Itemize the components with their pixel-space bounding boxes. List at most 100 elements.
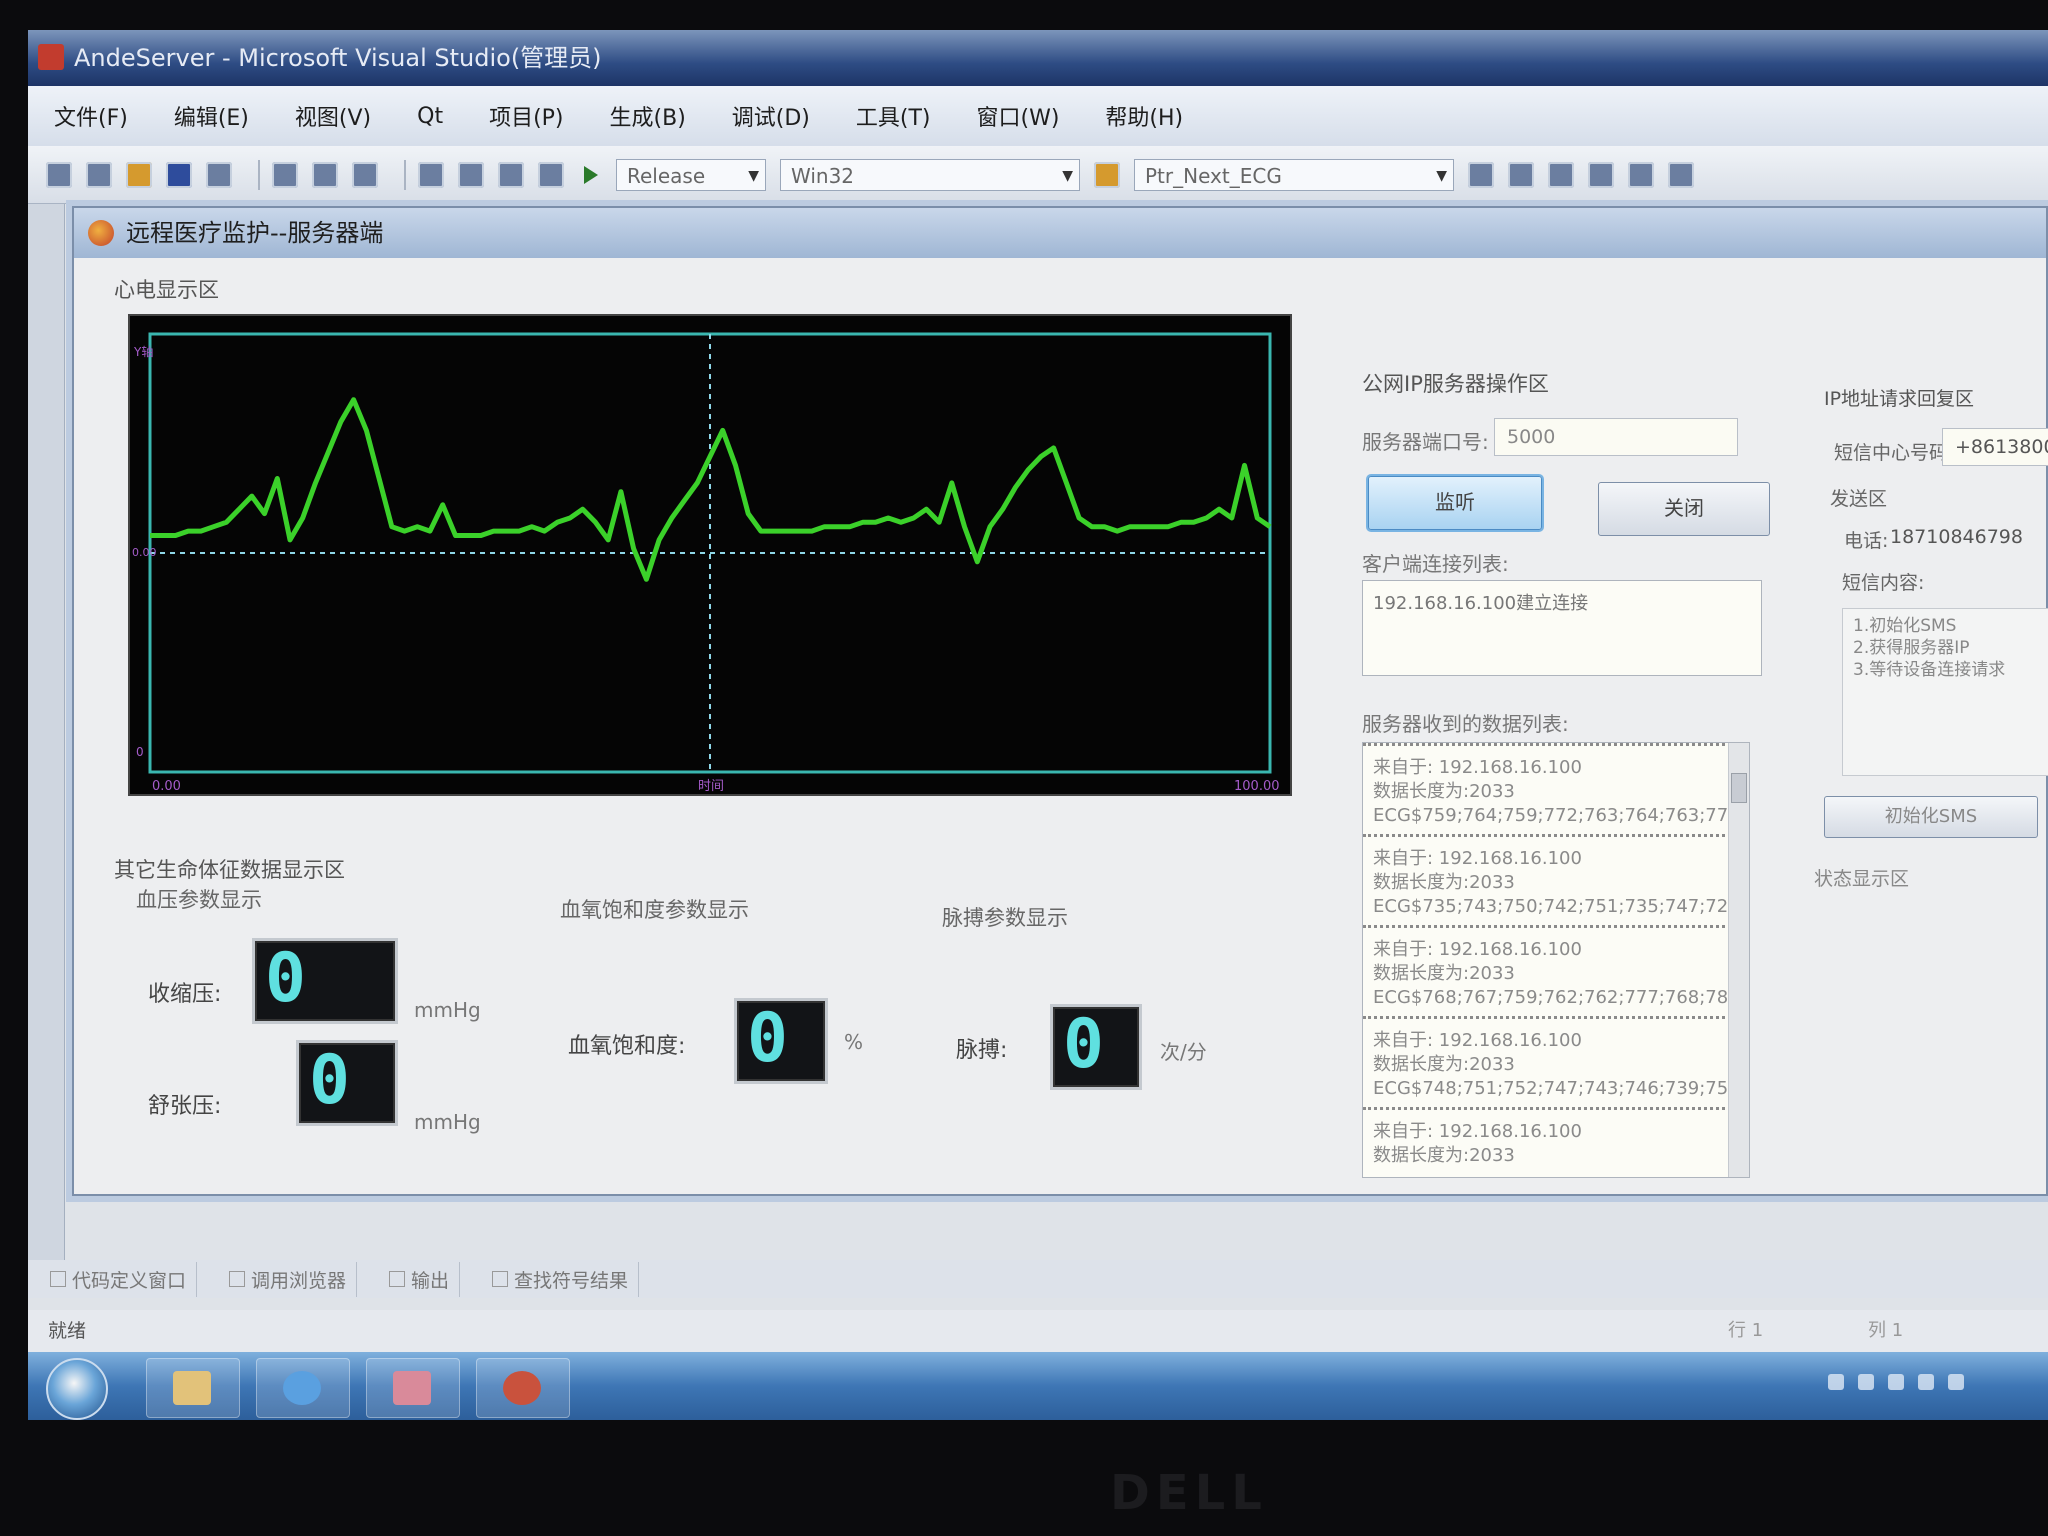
server-group-label: 公网IP服务器操作区 xyxy=(1362,372,1549,396)
ecg-plot: 0.00 时间 100.00 Y轴 0.00 0 xyxy=(132,332,1280,794)
medical-app-icon xyxy=(88,220,114,246)
open-folder-icon[interactable] xyxy=(126,161,152,188)
dialog-title-bar: 远程医疗监护--服务器端 xyxy=(74,208,2046,258)
status-column: 列 1 xyxy=(1868,1320,1904,1341)
entry-source: 来自于: 192.168.16.100 xyxy=(1373,757,1582,778)
vs-bottom-tabs: 代码定义窗口 调用浏览器 输出 查找符号结果 xyxy=(28,1260,2048,1298)
cut-icon[interactable] xyxy=(272,161,298,188)
tray-volume-icon[interactable] xyxy=(1888,1374,1904,1390)
menu-window[interactable]: 窗口(W) xyxy=(971,96,1066,136)
sms-center-label: 短信中心号码: xyxy=(1834,442,1955,464)
received-entry[interactable]: 来自于: 192.168.16.100 数据长度为:2033 ECG$759;7… xyxy=(1363,743,1749,834)
solution-explorer-icon[interactable] xyxy=(1468,161,1494,188)
paste-icon[interactable] xyxy=(352,161,378,188)
scrollbar-thumb[interactable] xyxy=(1731,773,1747,803)
received-list-scrollbar[interactable] xyxy=(1728,743,1749,1177)
find-in-files-icon[interactable] xyxy=(1094,161,1120,188)
tray-network-icon[interactable] xyxy=(1858,1374,1874,1390)
taskbar-explorer-button[interactable] xyxy=(146,1358,240,1418)
find-combo[interactable]: Ptr_Next_ECG ▼ xyxy=(1134,158,1454,191)
copy-icon[interactable] xyxy=(312,161,338,188)
vs-window-title: AndeServer - Microsoft Visual Studio(管理员… xyxy=(74,44,602,72)
tab-label: 输出 xyxy=(411,1269,450,1292)
tab-output[interactable]: 输出 xyxy=(379,1261,461,1297)
received-data-list[interactable]: 来自于: 192.168.16.100 数据长度为:2033 ECG$759;7… xyxy=(1362,742,1750,1178)
listen-button[interactable]: 监听 xyxy=(1368,476,1542,530)
tray-flag-icon[interactable] xyxy=(1828,1374,1844,1390)
menu-file[interactable]: 文件(F) xyxy=(48,96,134,136)
received-entry[interactable]: 来自于: 192.168.16.100 数据长度为:2033 xyxy=(1363,1107,1749,1174)
properties-icon[interactable] xyxy=(1508,161,1534,188)
systolic-unit: mmHg xyxy=(414,998,481,1022)
received-entry[interactable]: 来自于: 192.168.16.100 数据长度为:2033 ECG$748;7… xyxy=(1363,1016,1749,1107)
start-page-icon[interactable] xyxy=(1628,161,1654,188)
menu-help[interactable]: 帮助(H) xyxy=(1099,96,1189,136)
new-project-icon[interactable] xyxy=(46,161,72,188)
tray-show-desktop-icon[interactable] xyxy=(1948,1374,1964,1390)
client-list[interactable]: 192.168.16.100建立连接 xyxy=(1362,580,1762,676)
close-button[interactable]: 关闭 xyxy=(1598,482,1770,536)
taskbar-ie-button[interactable] xyxy=(256,1358,350,1418)
call-browser-icon xyxy=(229,1271,246,1287)
taskbar-server-app-button[interactable] xyxy=(476,1358,570,1418)
client-list-item[interactable]: 192.168.16.100建立连接 xyxy=(1373,589,1751,615)
sms-group-label: IP地址请求回复区 xyxy=(1824,388,1975,410)
tab-find-symbol-results[interactable]: 查找符号结果 xyxy=(482,1261,640,1297)
phone-label: 电话: xyxy=(1844,530,1889,552)
tray-power-icon[interactable] xyxy=(1918,1374,1934,1390)
menu-view[interactable]: 视图(V) xyxy=(289,96,377,136)
spo2-label: 血氧饱和度: xyxy=(568,1034,686,1059)
diastolic-unit: mmHg xyxy=(414,1110,481,1134)
save-all-icon[interactable] xyxy=(206,161,232,188)
platform-value: Win32 xyxy=(791,163,855,188)
vs-title-bar: AndeServer - Microsoft Visual Studio(管理员… xyxy=(28,30,2048,86)
tab-call-browser[interactable]: 调用浏览器 xyxy=(219,1261,358,1297)
undo-icon[interactable] xyxy=(418,161,444,188)
sms-content-box[interactable]: 1.初始化SMS 2.获得服务器IP 3.等待设备连接请求 xyxy=(1842,608,2048,776)
windows-start-icon[interactable] xyxy=(46,1358,108,1420)
status-line: 行 1 xyxy=(1728,1320,1764,1341)
init-sms-button[interactable]: 初始化SMS xyxy=(1824,796,2038,838)
menu-project[interactable]: 项目(P) xyxy=(483,96,569,136)
received-data-label: 服务器收到的数据列表: xyxy=(1362,712,1569,736)
add-item-icon[interactable] xyxy=(86,161,112,188)
redo-icon[interactable] xyxy=(458,161,484,188)
port-label: 服务器端口号: xyxy=(1362,430,1489,454)
received-entry[interactable]: 来自于: 192.168.16.100 数据长度为:2033 ECG$768;7… xyxy=(1363,925,1749,1016)
toolbox-icon[interactable] xyxy=(1588,161,1614,188)
sms-center-input[interactable]: +861380029 xyxy=(1942,428,2048,466)
vitals-group-label: 其它生命体征数据显示区 xyxy=(114,858,345,882)
solution-platform-select[interactable]: Win32 ▼ xyxy=(780,158,1080,191)
diastolic-label: 舒张压: xyxy=(148,1094,222,1119)
navigate-forward-icon[interactable] xyxy=(538,161,564,188)
taskbar-app-button[interactable] xyxy=(366,1358,460,1418)
find-combo-value: Ptr_Next_ECG xyxy=(1145,163,1282,188)
received-entry[interactable]: 来自于: 192.168.16.100 数据长度为:2033 ECG$735;7… xyxy=(1363,834,1749,925)
status-ready: 就绪 xyxy=(48,1320,87,1342)
menu-edit[interactable]: 编辑(E) xyxy=(168,96,255,136)
menu-tools[interactable]: 工具(T) xyxy=(850,96,937,136)
ecg-y-min-label: 0 xyxy=(136,745,144,759)
paint-app-icon xyxy=(393,1371,431,1405)
vs-menubar: 文件(F) 编辑(E) 视图(V) Qt 项目(P) 生成(B) 调试(D) 工… xyxy=(28,86,2048,146)
entry-length: 数据长度为:2033 xyxy=(1373,1054,1515,1075)
more-tools-icon[interactable] xyxy=(1668,161,1694,188)
systolic-led-display: 0 xyxy=(252,938,398,1024)
menu-qt[interactable]: Qt xyxy=(411,100,449,133)
menu-build[interactable]: 生成(B) xyxy=(604,96,692,136)
navigate-back-icon[interactable] xyxy=(498,161,524,188)
tab-code-definition[interactable]: 代码定义窗口 xyxy=(40,1261,198,1297)
folder-icon xyxy=(173,1371,211,1405)
menu-debug[interactable]: 调试(D) xyxy=(726,96,816,136)
entry-source: 来自于: 192.168.16.100 xyxy=(1373,1121,1582,1142)
object-browser-icon[interactable] xyxy=(1548,161,1574,188)
send-group-label: 发送区 xyxy=(1830,488,1888,510)
port-input[interactable]: 5000 xyxy=(1494,418,1738,456)
status-group-label: 状态显示区 xyxy=(1814,868,1910,890)
solution-configuration-select[interactable]: Release ▼ xyxy=(616,158,766,191)
save-icon[interactable] xyxy=(166,161,192,188)
monitor-screen: AndeServer - Microsoft Visual Studio(管理员… xyxy=(28,30,2048,1420)
toolbar-separator xyxy=(258,159,260,190)
start-debugging-icon[interactable] xyxy=(584,165,598,184)
phone-input[interactable]: 18710846798 xyxy=(1890,526,2023,548)
